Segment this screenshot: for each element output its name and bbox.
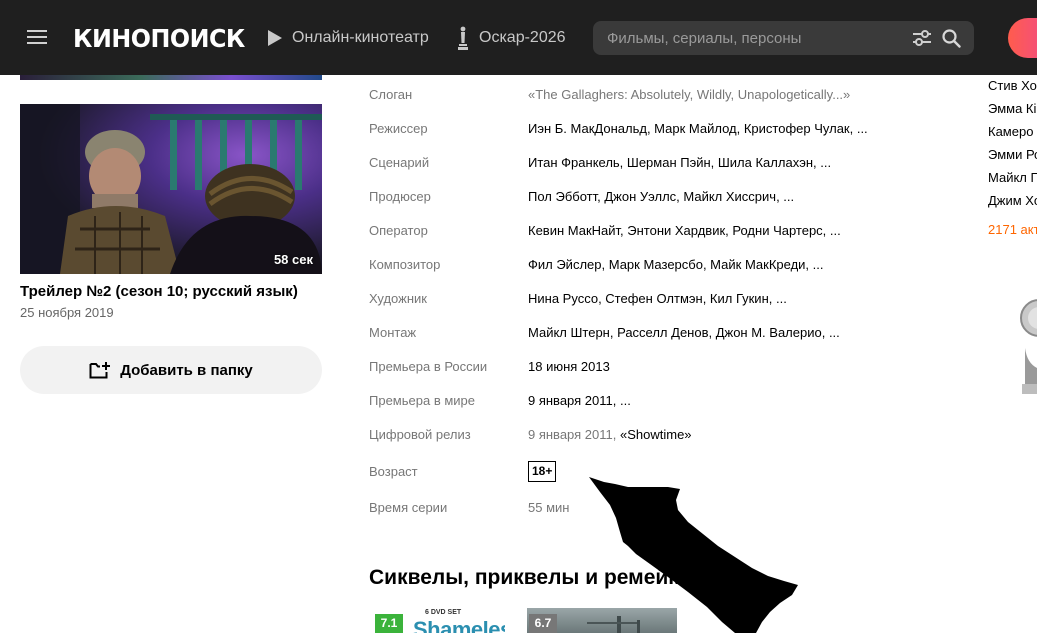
info-label: Премьера в России [369,359,488,374]
trailer-duration: 58 сек [273,252,313,267]
info-label: Оператор [369,223,428,238]
actor-link[interactable]: Эмми Ро [988,147,1037,162]
section-title-sequels: Сиквелы, приквелы и ремейки [369,566,692,589]
actor-link[interactable]: Джим Хо [988,193,1037,208]
search-input[interactable] [607,28,907,48]
info-value-slogan: «The Gallaghers: Absolutely, Wildly, Una… [528,87,851,102]
info-row-digital-release: Цифровой релиз 9 января 2011, «Showtime» [369,427,929,447]
trailer-date: 25 ноября 2019 [20,305,114,320]
info-value-writer[interactable]: Итан Франкель, Шерман Пэйн, Шила Каллахэ… [528,155,831,170]
info-row-age: Возраст 18+ [369,461,929,484]
related-movie-card[interactable]: 6 DVD SET Shameless 7.1 [373,608,505,633]
info-value-digital-release: 9 января 2011, «Showtime» [528,427,692,442]
header-cta-button[interactable] [1008,18,1037,58]
filter-sliders-icon[interactable] [912,29,932,47]
info-value-art-director[interactable]: Нина Руссо, Стефен Олтмэн, Кил Гукин, ..… [528,291,787,306]
oscar-statuette-icon [458,26,468,50]
actor-link[interactable]: Эмма Кі [988,101,1036,116]
actor-link[interactable]: Стив Хо [988,78,1037,93]
info-label: Композитор [369,257,441,272]
info-row-premiere-russia: Премьера в России 18 июня 2013 [369,359,929,379]
actor-link[interactable]: Майкл Г [988,170,1037,185]
digital-release-link[interactable]: «Showtime» [620,427,692,442]
folder-add-icon [89,362,111,379]
info-row-premiere-world: Премьера в мире 9 января 2011, ... [369,393,929,413]
rating-badge: 6.7 [529,614,557,633]
info-label: Премьера в мире [369,393,475,408]
search-icon[interactable] [941,28,961,48]
search-bar [593,21,974,55]
info-label: Время серии [369,500,448,515]
info-label: Художник [369,291,427,306]
info-label: Слоган [369,87,413,102]
play-icon [268,30,282,46]
info-label: Возраст [369,464,418,479]
info-value-editing[interactable]: Майкл Штерн, Расселл Денов, Джон М. Вале… [528,325,840,340]
nav-oscar[interactable]: Оскар-2026 [456,26,566,50]
award-laurel-icon[interactable] [1017,288,1037,398]
info-row-episode-duration: Время серии 55 мин [369,500,929,520]
trailer-title[interactable]: Трейлер №2 (сезон 10; русский язык) [20,283,298,300]
actors-count-link[interactable]: 2171 акт [988,222,1037,237]
info-row-editing: Монтаж Майкл Штерн, Расселл Денов, Джон … [369,325,929,345]
menu-burger-icon[interactable] [27,29,47,45]
info-label: Режиссер [369,121,428,136]
info-value-producer[interactable]: Пол Эбботт, Джон Уэллс, Майкл Хиссрич, .… [528,189,794,204]
info-row-operator: Оператор Кевин МакНайт, Энтони Хардвик, … [369,223,929,243]
info-label: Сценарий [369,155,430,170]
rating-badge: 7.1 [375,614,403,633]
info-value-premiere-world[interactable]: 9 января 2011, ... [528,393,631,408]
info-row-slogan: Слоган «The Gallaghers: Absolutely, Wild… [369,87,929,107]
trailer-still-image [20,104,322,274]
info-value-premiere-russia[interactable]: 18 июня 2013 [528,359,610,374]
actor-link[interactable]: Камеро [988,124,1033,139]
info-value-composer[interactable]: Фил Эйслер, Марк Мазерсбо, Майк МакКреди… [528,257,824,272]
nav-online-cinema[interactable]: Онлайн-кинотеатр [267,26,429,50]
cover-caption: 6 DVD SET [425,609,462,616]
info-row-composer: Композитор Фил Эйслер, Марк Мазерсбо, Ма… [369,257,929,277]
trailer-thumbnail[interactable]: 58 сек [20,104,322,274]
digital-release-date: 9 января 2011, [528,427,617,442]
nav-online-cinema-label: Онлайн-кинотеатр [292,29,429,46]
age-rating-badge: 18+ [528,461,557,482]
info-row-producer: Продюсер Пол Эбботт, Джон Уэллс, Майкл Х… [369,189,929,209]
cover-title: Shameless [413,617,505,633]
info-label: Цифровой релиз [369,427,471,442]
info-value-operator[interactable]: Кевин МакНайт, Энтони Хардвик, Родни Чар… [528,223,841,238]
add-to-folder-button[interactable]: Добавить в папку [20,346,322,394]
add-to-folder-label: Добавить в папку [120,361,253,379]
top-header: КИНОПОИСК Онлайн-кинотеатр Оскар-2026 [0,0,1037,75]
info-value-director[interactable]: Иэн Б. МакДональд, Марк Майлод, Кристофе… [528,121,868,136]
info-row-director: Режиссер Иэн Б. МакДональд, Марк Майлод,… [369,121,929,141]
info-label: Продюсер [369,189,431,204]
info-row-art-director: Художник Нина Руссо, Стефен Олтмэн, Кил … [369,291,929,311]
previous-thumbnail[interactable] [20,75,322,80]
nav-oscar-label: Оскар-2026 [479,29,566,46]
info-label: Монтаж [369,325,417,340]
kinopoisk-logo[interactable]: КИНОПОИСК [73,21,254,55]
info-row-writer: Сценарий Итан Франкель, Шерман Пэйн, Шил… [369,155,929,175]
related-movie-card[interactable]: 6.7 [527,608,677,633]
info-value-episode-duration: 55 мин [528,500,570,515]
logo-text: КИНОПОИСК [73,23,245,53]
